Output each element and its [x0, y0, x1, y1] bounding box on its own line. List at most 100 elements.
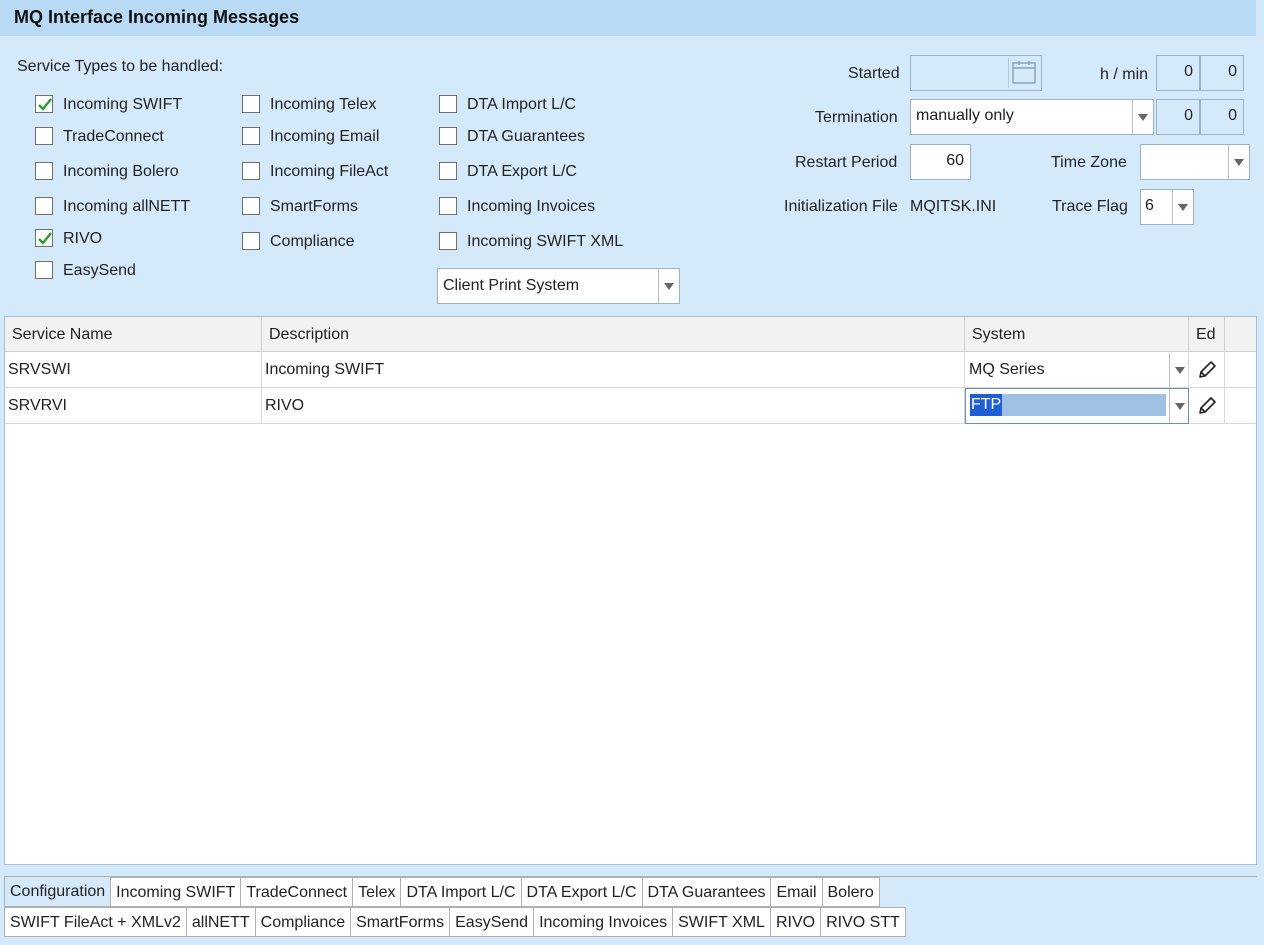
tab-email[interactable]: Email	[770, 877, 822, 907]
client-print-select[interactable]: Client Print System	[437, 268, 680, 304]
checkbox-label[interactable]: Incoming SWIFT	[63, 96, 182, 114]
cell-service-name[interactable]: SRVSWI	[5, 352, 262, 388]
started-label: Started	[848, 65, 900, 82]
checkbox-incoming-allnett[interactable]	[35, 197, 53, 215]
cell-system-select[interactable]: FTP	[965, 388, 1189, 424]
checkbox-label[interactable]: DTA Guarantees	[467, 128, 585, 146]
trace-flag-label: Trace Flag	[1052, 198, 1128, 215]
services-grid: Service Name Description System Ed SRVSW…	[4, 316, 1257, 865]
started-field[interactable]	[910, 55, 1042, 91]
tab-swift-xml[interactable]: SWIFT XML	[672, 907, 770, 937]
started-hour-field[interactable]: 0	[1156, 55, 1200, 91]
cell-filler	[1225, 352, 1256, 388]
checkbox-compliance[interactable]	[242, 232, 260, 250]
tab-bolero[interactable]: Bolero	[821, 877, 880, 907]
restart-period-field[interactable]: 60	[910, 144, 971, 180]
checkbox-label[interactable]: Incoming Bolero	[63, 163, 179, 181]
tab-allnett[interactable]: allNETT	[185, 907, 255, 937]
checkbox-rivo[interactable]	[35, 229, 53, 247]
checkbox-easysend[interactable]	[35, 261, 53, 279]
cell-service-name[interactable]: SRVRVI	[5, 388, 262, 424]
checkbox-incoming-fileact[interactable]	[242, 162, 260, 180]
calendar-icon[interactable]	[1008, 58, 1039, 88]
tab-easysend[interactable]: EasySend	[449, 907, 534, 937]
trace-flag-select[interactable]: 6	[1140, 189, 1194, 225]
checkbox-dta-guarantees[interactable]	[439, 127, 457, 145]
checkbox-label[interactable]: TradeConnect	[63, 128, 164, 146]
chevron-down-icon[interactable]	[1169, 353, 1188, 387]
checkbox-label[interactable]: Incoming Email	[270, 128, 379, 146]
checkbox-incoming-telex[interactable]	[242, 95, 260, 113]
checkbox-label[interactable]: Incoming Invoices	[467, 198, 595, 216]
tab-row-2: SWIFT FileAct + XMLv2 allNETT Compliance Sm…	[4, 907, 906, 937]
window-title: MQ Interface Incoming Messages	[14, 7, 300, 27]
cell-system-value[interactable]: FTP	[970, 394, 1003, 416]
checkbox-smartforms[interactable]	[242, 197, 260, 215]
checkbox-label[interactable]: Incoming FileAct	[270, 163, 388, 181]
checkbox-label[interactable]: SmartForms	[270, 198, 358, 216]
checkbox-incoming-swift-xml[interactable]	[439, 232, 457, 250]
checkbox-label[interactable]: EasySend	[63, 262, 136, 280]
cell-filler	[1225, 388, 1256, 424]
cell-description[interactable]: Incoming SWIFT	[262, 352, 965, 388]
chevron-down-icon[interactable]	[658, 269, 679, 303]
termination-select[interactable]: manually only	[910, 99, 1154, 135]
check-icon	[38, 232, 52, 245]
check-icon	[38, 98, 52, 111]
hmin-label: h / min	[1100, 66, 1149, 83]
title-bar: MQ Interface Incoming Messages	[0, 0, 1256, 36]
cell-description[interactable]: RIVO	[262, 388, 965, 424]
edit-row-button[interactable]	[1189, 352, 1225, 388]
checkbox-label[interactable]: Compliance	[270, 233, 354, 251]
checkbox-dta-import-l-c[interactable]	[439, 95, 457, 113]
tab-smartforms[interactable]: SmartForms	[350, 907, 450, 937]
checkbox-incoming-swift[interactable]	[35, 95, 53, 113]
checkbox-label[interactable]: DTA Export L/C	[467, 163, 577, 181]
tab-tradeconnect[interactable]: TradeConnect	[240, 877, 353, 907]
edit-row-button[interactable]	[1189, 388, 1225, 424]
started-minute-field[interactable]: 0	[1200, 55, 1244, 91]
checkbox-incoming-invoices[interactable]	[439, 197, 457, 215]
checkbox-label[interactable]: Incoming SWIFT XML	[467, 233, 623, 251]
cell-system-select[interactable]: MQ Series	[965, 352, 1189, 388]
trace-flag-value: 6	[1145, 197, 1154, 214]
checkbox-label[interactable]: RIVO	[63, 230, 102, 248]
termination-minute-field[interactable]: 0	[1200, 99, 1244, 135]
time-zone-select[interactable]	[1140, 144, 1250, 180]
column-header-service-name[interactable]: Service Name	[5, 317, 262, 352]
termination-hour-field[interactable]: 0	[1156, 99, 1200, 135]
tab-configuration[interactable]: Configuration	[4, 877, 111, 907]
service-types-label: Service Types to be handled:	[17, 58, 224, 75]
checkbox-tradeconnect[interactable]	[35, 127, 53, 145]
tab-dta-guarantees[interactable]: DTA Guarantees	[641, 877, 771, 907]
tab-dta-import-l-c[interactable]: DTA Import L/C	[400, 877, 521, 907]
tab-swift-fileact-xmlv2[interactable]: SWIFT FileAct + XMLv2	[4, 907, 186, 937]
tab-dta-export-l-c[interactable]: DTA Export L/C	[520, 877, 642, 907]
client-print-value: Client Print System	[443, 277, 580, 294]
chevron-down-icon[interactable]	[1172, 190, 1193, 224]
pencil-icon	[1199, 397, 1216, 414]
column-header-description[interactable]: Description	[262, 317, 965, 352]
checkbox-label[interactable]: DTA Import L/C	[467, 96, 576, 114]
cell-system-value: MQ Series	[969, 361, 1045, 378]
pencil-icon	[1199, 361, 1216, 378]
checkbox-incoming-bolero[interactable]	[35, 162, 53, 180]
tab-rivo-stt[interactable]: RIVO STT	[820, 907, 906, 937]
checkbox-incoming-email[interactable]	[242, 127, 260, 145]
chevron-down-icon[interactable]	[1228, 145, 1249, 179]
termination-label: Termination	[815, 109, 898, 126]
tab-rivo[interactable]: RIVO	[769, 907, 821, 937]
column-header-edit[interactable]: Ed	[1189, 317, 1225, 352]
column-header-filler	[1225, 317, 1256, 352]
termination-value: manually only	[916, 107, 1014, 124]
tab-incoming-invoices[interactable]: Incoming Invoices	[533, 907, 673, 937]
chevron-down-icon[interactable]	[1132, 100, 1153, 134]
tab-telex[interactable]: Telex	[352, 877, 401, 907]
tab-compliance[interactable]: Compliance	[254, 907, 351, 937]
checkbox-label[interactable]: Incoming Telex	[270, 96, 376, 114]
checkbox-dta-export-l-c[interactable]	[439, 162, 457, 180]
checkbox-label[interactable]: Incoming allNETT	[63, 198, 190, 216]
chevron-down-icon[interactable]	[1169, 389, 1188, 423]
column-header-system[interactable]: System	[965, 317, 1189, 352]
tab-incoming-swift[interactable]: Incoming SWIFT	[110, 877, 241, 907]
